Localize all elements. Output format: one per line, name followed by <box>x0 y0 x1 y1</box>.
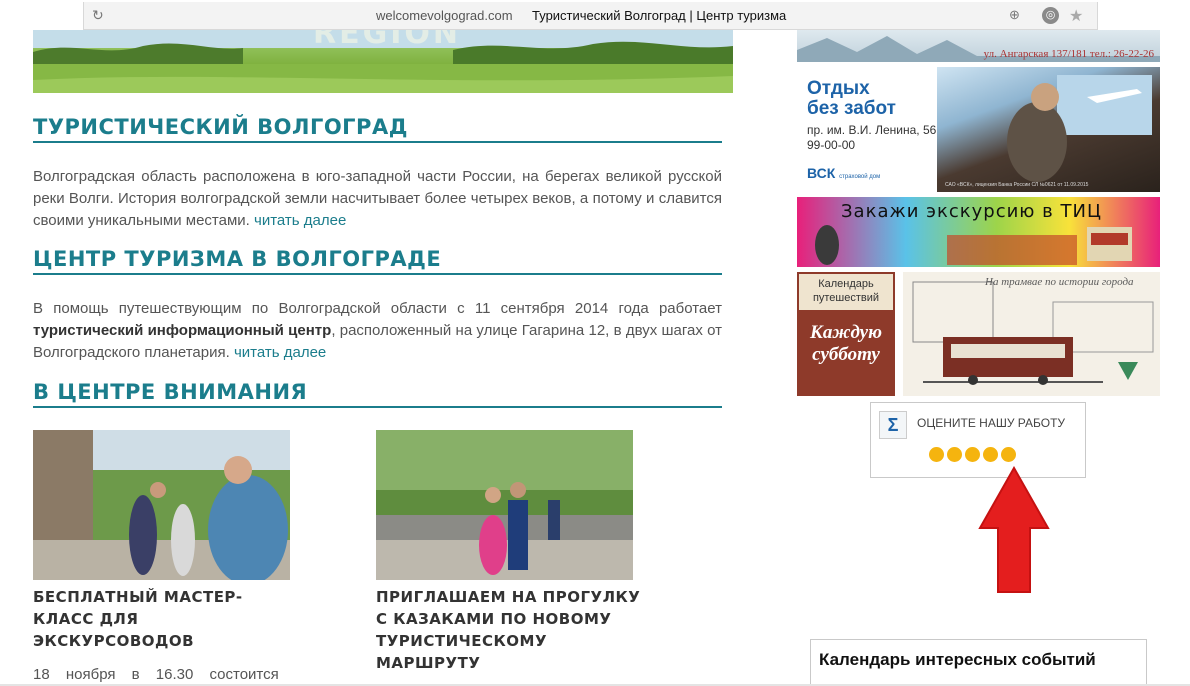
vsk-headline: Отдых без забот <box>807 79 896 119</box>
news-title-line: с казаками по новому <box>376 610 612 628</box>
news-image-masterclass[interactable] <box>33 430 290 580</box>
top-ad-banner[interactable]: ул. Ангарская 137/181 тел.: 26-22-26 <box>797 30 1160 62</box>
rating-stars[interactable] <box>929 447 1016 462</box>
rating-star-5[interactable] <box>1001 447 1016 462</box>
news-title-line: Бесплатный мастер- <box>33 588 243 606</box>
calendar-every-saturday: Каждую субботу <box>801 322 891 366</box>
calendar-script-text: На трамвае по истории города <box>985 276 1134 288</box>
vsk-phone: 99-00-00 <box>807 138 856 152</box>
vsk-logo-sub: страховой дом <box>839 174 881 180</box>
heading-in-focus: В центре внимания <box>33 380 722 408</box>
rating-label: ОЦЕНИТЕ НАШУ РАБОТУ <box>917 416 1066 430</box>
heading-tourism-center: Центр туризма в Волгограде <box>33 247 722 275</box>
tic-text-start: В помощь путешествующим по Волгоградской… <box>33 300 722 317</box>
sigma-icon: Σ <box>879 411 907 439</box>
tourism-center-paragraph: В помощь путешествующим по Волгоградской… <box>33 298 722 364</box>
vsk-headline-line-1: Отдых <box>807 78 870 99</box>
calendar-big-line-2: субботу <box>812 344 880 365</box>
news-title-line: маршруту <box>376 654 481 672</box>
read-more-link-1[interactable]: читать далее <box>254 212 346 229</box>
tic-excursion-banner[interactable]: Закажи экскурсию в ТИЦ <box>797 197 1160 267</box>
travel-calendar-banner[interactable]: Календарь путешествий Каждую субботу На … <box>797 272 1160 396</box>
news-title-line: Приглашаем на прогулку <box>376 588 641 606</box>
vsk-logo-text: ВСК <box>807 165 836 181</box>
events-calendar-title: Календарь интересных событий <box>819 650 1096 669</box>
vsk-traveler-photo <box>937 67 1160 192</box>
vsk-fine-print: САО «ВСК», лицензия Банка России СЛ №062… <box>945 182 1089 188</box>
url-domain: welcomevolgograd.com <box>376 8 513 23</box>
news-title-masterclass[interactable]: Бесплатный мастер- класс для экскурсовод… <box>33 586 243 652</box>
page-title: Туристический Волгоград | Центр туризма <box>532 8 787 23</box>
red-up-arrow-icon <box>978 466 1050 593</box>
extension-icon[interactable]: ◎ <box>1042 7 1059 24</box>
calendar-red-panel: Календарь путешествий Каждую субботу <box>797 272 895 396</box>
vsk-contact: пр. им. В.И. Ленина, 56 99-00-00 <box>807 123 936 153</box>
reload-icon[interactable]: ↻ <box>92 7 104 24</box>
news-title-cossacks[interactable]: Приглашаем на прогулку с казаками по нов… <box>376 586 640 674</box>
tram-illustration <box>903 272 1160 396</box>
calendar-label: Календарь путешествий <box>799 274 893 310</box>
news-title-line: туристическому <box>376 632 548 650</box>
hero-banner: REGION <box>33 30 733 93</box>
news-image-cossacks[interactable] <box>376 430 633 580</box>
rating-star-2[interactable] <box>947 447 962 462</box>
read-more-link-2[interactable]: читать далее <box>234 344 326 361</box>
vsk-address: пр. им. В.И. Ленина, 56 <box>807 123 937 137</box>
vsk-insurance-banner[interactable]: Отдых без забот пр. им. В.И. Ленина, 56 … <box>797 67 1160 192</box>
intro-text: Волгоградская область расположена в юго-… <box>33 168 722 229</box>
rating-star-1[interactable] <box>929 447 944 462</box>
top-banner-address: ул. Ангарская 137/181 тел.: 26-22-26 <box>983 48 1154 60</box>
calendar-big-line-1: Каждую <box>810 322 882 343</box>
news-teaser-text: 18 ноября в 16.30 состоится <box>33 666 279 683</box>
vsk-headline-line-2: без забот <box>807 98 896 119</box>
news-title-line: экскурсоводов <box>33 632 195 650</box>
vsk-logo: ВСК страховой дом <box>807 165 880 181</box>
rating-star-4[interactable] <box>983 447 998 462</box>
heading-tourist-volgograd: Туристический Волгоград <box>33 115 722 143</box>
hero-word: REGION <box>313 30 461 51</box>
intro-paragraph: Волгоградская область расположена в юго-… <box>33 166 722 232</box>
news-title-line: класс для <box>33 610 139 628</box>
tic-bold-text: туристический информационный центр <box>33 322 332 339</box>
bookmark-star-icon[interactable]: ★ <box>1069 6 1083 26</box>
address-bar[interactable]: ↻ welcomevolgograd.com Туристический Вол… <box>83 2 1098 30</box>
rating-star-3[interactable] <box>965 447 980 462</box>
events-calendar-widget[interactable]: Календарь интересных событий <box>810 639 1147 686</box>
zoom-icon[interactable]: ⊕ <box>1009 7 1020 23</box>
